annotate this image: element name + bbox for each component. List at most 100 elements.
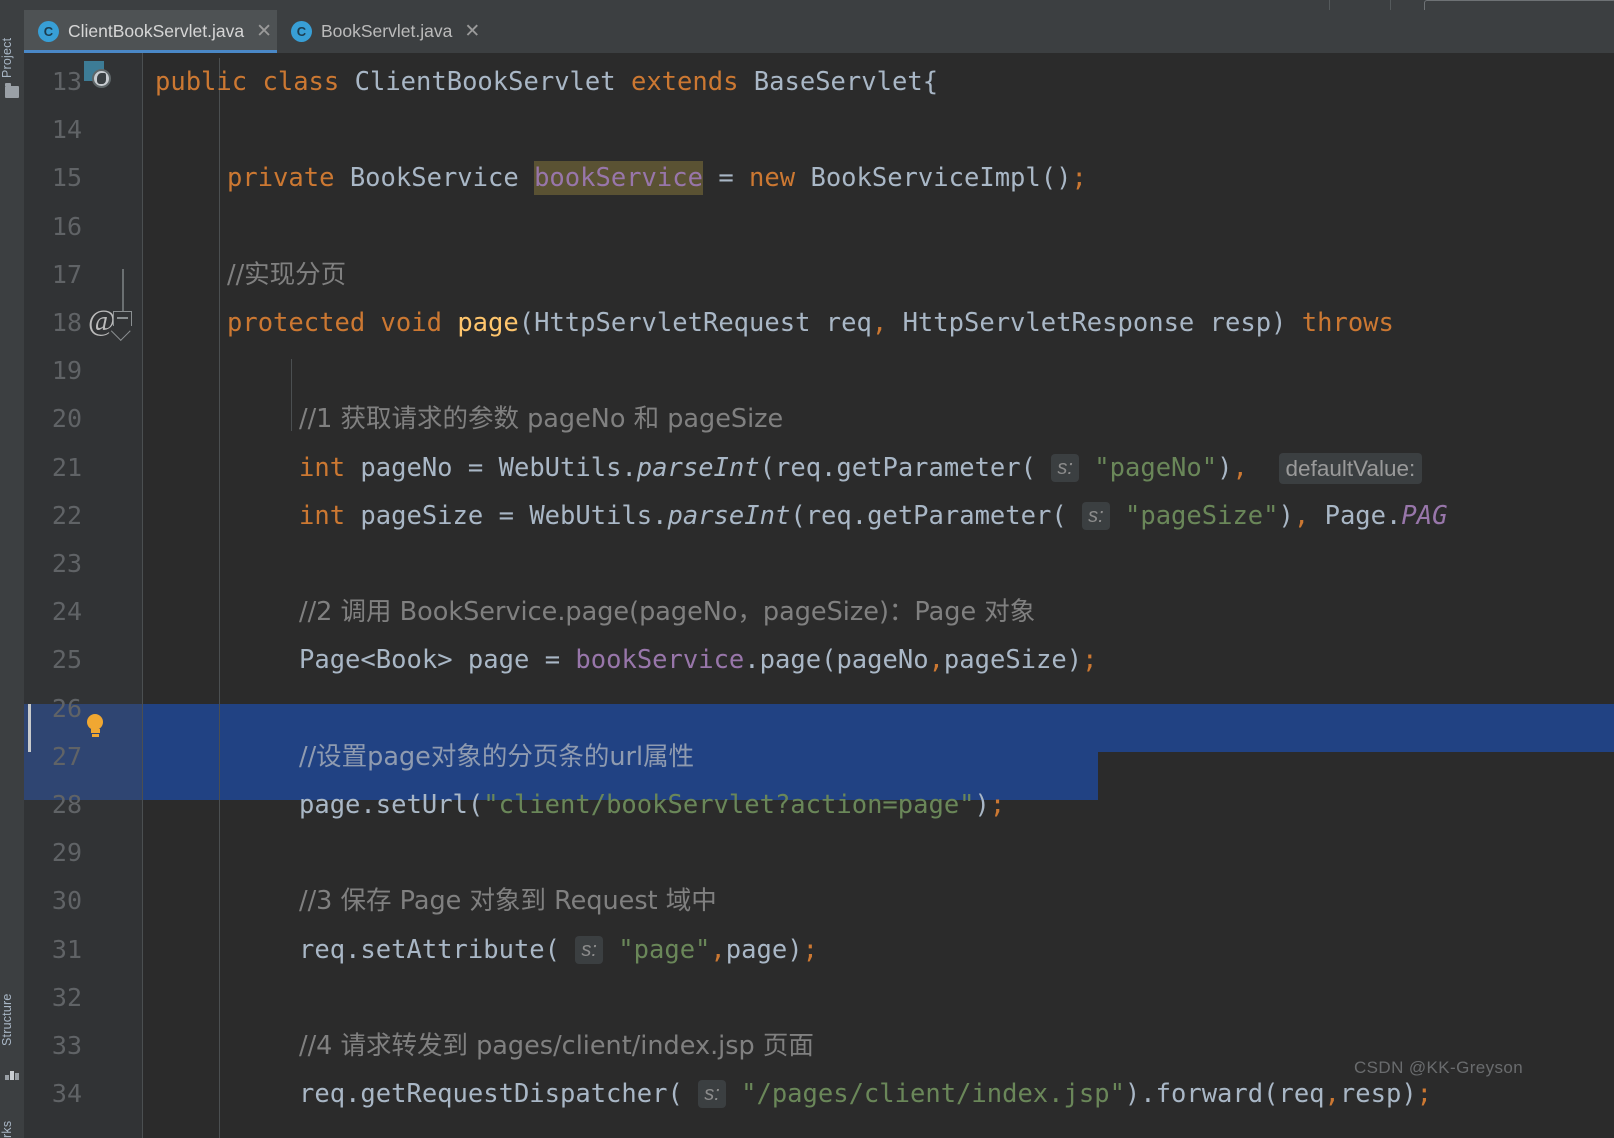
line-number: 20 [51, 404, 82, 434]
code-text[interactable]: int pageNo = WebUtils.parseInt(req.getPa… [299, 444, 1423, 492]
close-icon[interactable]: ✕ [464, 22, 480, 41]
code-token: setUrl [375, 790, 468, 820]
code-token: ) [1124, 1079, 1141, 1110]
code-line[interactable]: 16 [24, 203, 1614, 251]
code-token: protected [227, 308, 366, 338]
code-token: Book [375, 645, 438, 676]
code-line[interactable]: 28 page.setUrl("client/bookServlet?action… [24, 781, 1614, 829]
code-line[interactable]: 23 [24, 540, 1614, 588]
code-text[interactable]: req.getRequestDispatcher( s: "/pages/cli… [299, 1070, 1432, 1118]
parameter-hint-chip: s: [698, 1080, 726, 1109]
structure-icon[interactable] [5, 1068, 19, 1080]
code-line[interactable]: 21 int pageNo = WebUtils.parseInt(req.get… [24, 444, 1614, 492]
code-line[interactable]: 19 [24, 347, 1614, 395]
code-token: ; [1071, 163, 1087, 194]
toolbar-search-box[interactable] [1424, 0, 1614, 10]
code-token: class [262, 67, 340, 97]
code-text[interactable]: //实现分页 [227, 251, 346, 299]
code-line[interactable]: 14 [24, 106, 1614, 154]
code-editor[interactable]: @ 13 public class ClientBookServlet exten… [24, 53, 1614, 1138]
folder-icon[interactable] [5, 83, 19, 98]
code-line[interactable]: 20 //1 获取请求的参数 pageNo 和 pageSize [24, 395, 1614, 443]
code-text[interactable]: //3 保存 Page 对象到 Request 域中 [299, 877, 717, 925]
close-icon[interactable]: ✕ [256, 22, 272, 41]
code-token: ) [1278, 500, 1294, 531]
line-number: 19 [51, 356, 82, 386]
code-text[interactable]: Page<Book> page = bookService.page(pageN… [299, 636, 1097, 684]
code-token: pageNo [345, 452, 468, 483]
code-token: //设置page对象的分页条的url属性 [299, 741, 695, 772]
code-line[interactable]: 34 req.getRequestDispatcher( s: "/pages/c… [24, 1070, 1614, 1118]
code-token: bookService [575, 645, 745, 676]
code-line[interactable]: 32 [24, 974, 1614, 1022]
code-token: parseInt [667, 500, 791, 531]
code-text[interactable]: page.setUrl("client/bookServlet?action=p… [299, 781, 1005, 829]
code-line[interactable]: 15 private BookService bookService = new … [24, 154, 1614, 202]
parameter-hint-chip: s: [1082, 501, 1110, 530]
code-token: //1 获取请求的参数 pageNo 和 pageSize [299, 404, 784, 435]
code-token: = [544, 645, 561, 676]
code-line[interactable]: 31 req.setAttribute( s: "page",page); [24, 926, 1614, 974]
code-line[interactable]: 13 public class ClientBookServlet extends… [24, 58, 1614, 106]
editor-tab-clientbookservlet[interactable]: C ClientBookServlet.java ✕ [24, 10, 277, 53]
code-line[interactable]: 22 int pageSize = WebUtils.parseInt(req.g… [24, 492, 1614, 540]
line-number: 23 [51, 549, 82, 578]
code-text[interactable]: protected void page(HttpServletRequest r… [227, 299, 1394, 347]
editor-tab-bookservlet[interactable]: C BookServlet.java ✕ [277, 10, 507, 53]
sidebar-item-bookmarks[interactable]: rks [0, 1094, 24, 1138]
code-line[interactable]: 33 //4 请求转发到 pages/client/index.jsp 页面 [24, 1022, 1614, 1070]
code-text[interactable]: //4 请求转发到 pages/client/index.jsp 页面 [299, 1022, 814, 1070]
code-token: ) [1066, 645, 1083, 676]
code-text[interactable]: public class ClientBookServlet extends B… [155, 58, 938, 106]
code-token: . [621, 452, 637, 483]
code-token: "/pages/client/index.jsp" [741, 1079, 1125, 1110]
code-token: pageSize [943, 645, 1067, 676]
code-line[interactable]: 26 [24, 685, 1614, 733]
code-token: ; [989, 790, 1006, 820]
code-text[interactable]: //设置page对象的分页条的url属性 [299, 733, 694, 781]
sidebar-item-structure[interactable]: Structure [0, 968, 24, 1046]
code-token: ( [1020, 452, 1036, 483]
sidebar-item-project[interactable]: Project [0, 18, 24, 78]
code-line[interactable]: 24 //2 调用 BookService.page(pageNo，pageSiz… [24, 588, 1614, 636]
code-token: . [360, 790, 376, 820]
code-token: BaseServlet [753, 67, 923, 97]
code-text[interactable]: req.setAttribute( s: "page",page); [299, 926, 818, 974]
code-line[interactable]: 18 protected void page(HttpServletRequest… [24, 299, 1614, 347]
code-text[interactable]: //1 获取请求的参数 pageNo 和 pageSize [299, 395, 783, 443]
code-line[interactable]: 29 [24, 829, 1614, 877]
code-line[interactable]: 27 //设置page对象的分页条的url属性 [24, 733, 1614, 781]
code-token: ) [1271, 308, 1287, 338]
code-line[interactable]: 17 //实现分页 [24, 251, 1614, 299]
line-number: 27 [51, 741, 82, 771]
code-token: = [498, 500, 514, 531]
code-token: //3 保存 Page 对象到 Request 域中 [299, 886, 717, 917]
code-token: //2 调用 BookService.page(pageNo，pageSize)… [299, 597, 1036, 628]
code-token: < [360, 645, 376, 676]
line-number: 25 [51, 645, 82, 675]
code-line[interactable]: 30 //3 保存 Page 对象到 Request 域中 [24, 877, 1614, 925]
code-text[interactable]: //2 调用 BookService.page(pageNo，pageSize)… [299, 588, 1035, 636]
code-text[interactable]: private BookService bookService = new Bo… [227, 154, 1087, 202]
code-token: setAttribute [360, 934, 545, 965]
code-token: //4 请求转发到 pages/client/index.jsp 页面 [299, 1031, 814, 1061]
code-token: pageNo [836, 645, 929, 676]
toolbar-separator [1390, 0, 1391, 10]
code-line[interactable]: 25 Page<Book> page = bookService.page(pag… [24, 636, 1614, 684]
code-token: resp [1194, 308, 1272, 338]
code-token: ( [759, 452, 775, 483]
code-token: ( [518, 308, 535, 338]
code-text[interactable]: int pageSize = WebUtils.parseInt(req.get… [299, 492, 1447, 540]
line-number: 15 [51, 163, 82, 193]
code-token: HttpServletRequest [534, 308, 811, 338]
code-token: () [1040, 163, 1072, 194]
line-number: 32 [51, 982, 82, 1012]
code-token: ; [802, 934, 818, 965]
code-token: parseInt [636, 452, 760, 483]
